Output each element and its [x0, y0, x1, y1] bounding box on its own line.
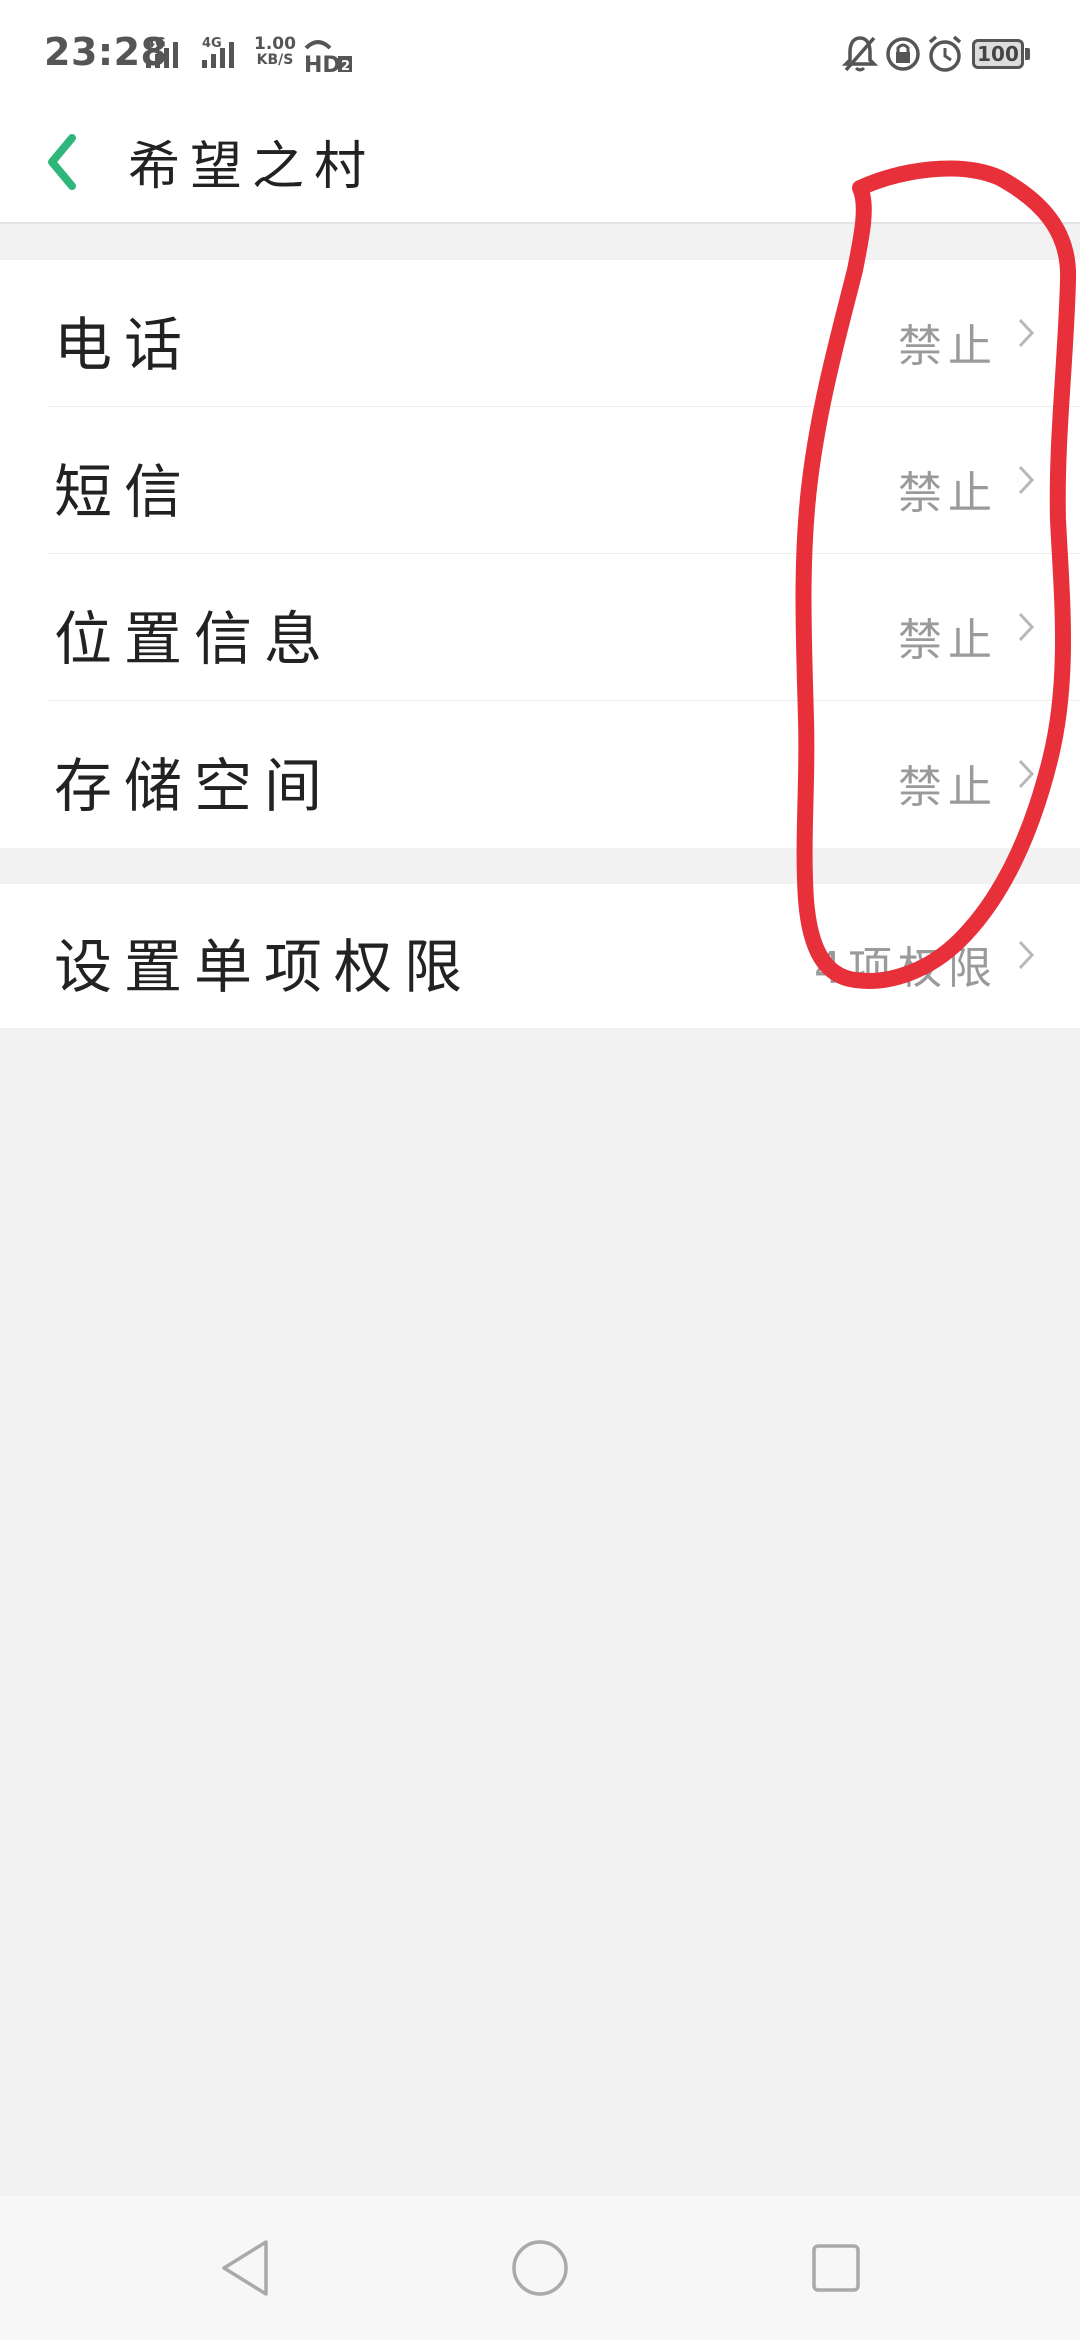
- back-button[interactable]: [30, 122, 100, 202]
- permission-row-phone[interactable]: 电话 禁止: [0, 260, 1080, 407]
- alarm-icon: [928, 35, 962, 72]
- chevron-right-icon: [1018, 759, 1035, 789]
- page-title: 希望之村: [128, 137, 377, 197]
- network-speed-value: 1.00: [254, 34, 296, 54]
- permission-list: 电话 禁止 短信 禁止 位置信息 禁止 存储空间 禁止: [0, 260, 1080, 848]
- app-header: 希望之村: [0, 110, 1080, 224]
- battery-tip: [1025, 48, 1030, 60]
- single-permission-row[interactable]: 设置单项权限 4项权限: [0, 884, 1080, 1028]
- permission-label: 存储空间: [54, 752, 335, 820]
- single-permission-label: 设置单项权限: [54, 933, 475, 1001]
- battery-icon: 100: [972, 39, 1024, 69]
- permission-status: 禁止: [898, 615, 998, 666]
- permission-label: 短信: [54, 458, 195, 526]
- permission-row-storage[interactable]: 存储空间 禁止: [0, 701, 1080, 848]
- nav-home-icon[interactable]: [508, 2236, 572, 2300]
- permission-status: 禁止: [898, 762, 998, 813]
- permission-row-location[interactable]: 位置信息 禁止: [0, 554, 1080, 701]
- single-permission-count: 4项权限: [814, 943, 998, 994]
- status-bar: 23:28 4G 4G 1.00 KB/S HD 2 100: [0, 0, 1080, 110]
- permission-label: 位置信息: [54, 605, 335, 673]
- chevron-right-icon: [1018, 318, 1035, 348]
- rotation-lock-icon: [886, 37, 920, 71]
- single-permission-group: 设置单项权限 4项权限: [0, 884, 1080, 1028]
- signal-icon-2: [202, 42, 234, 68]
- permission-label: 电话: [54, 311, 195, 379]
- network-speed: 1.00 KB/S: [254, 34, 296, 69]
- nav-back-icon[interactable]: [214, 2236, 278, 2300]
- nav-recents-icon[interactable]: [804, 2236, 868, 2300]
- permission-row-sms[interactable]: 短信 禁止: [0, 407, 1080, 554]
- system-nav-bar: [0, 2196, 1080, 2340]
- chevron-right-icon: [1018, 612, 1035, 642]
- mute-bell-icon: [842, 36, 878, 72]
- permission-status: 禁止: [898, 468, 998, 519]
- hd-sub: 2: [341, 59, 350, 74]
- network-speed-unit: KB/S: [256, 52, 294, 68]
- signal-icon: [146, 42, 178, 68]
- hd-call-icon: HD 2: [304, 40, 352, 74]
- battery-level: 100: [977, 42, 1019, 66]
- chevron-right-icon: [1018, 465, 1035, 495]
- permission-status: 禁止: [898, 321, 998, 372]
- chevron-right-icon: [1018, 940, 1035, 970]
- hd-label: HD: [304, 53, 341, 74]
